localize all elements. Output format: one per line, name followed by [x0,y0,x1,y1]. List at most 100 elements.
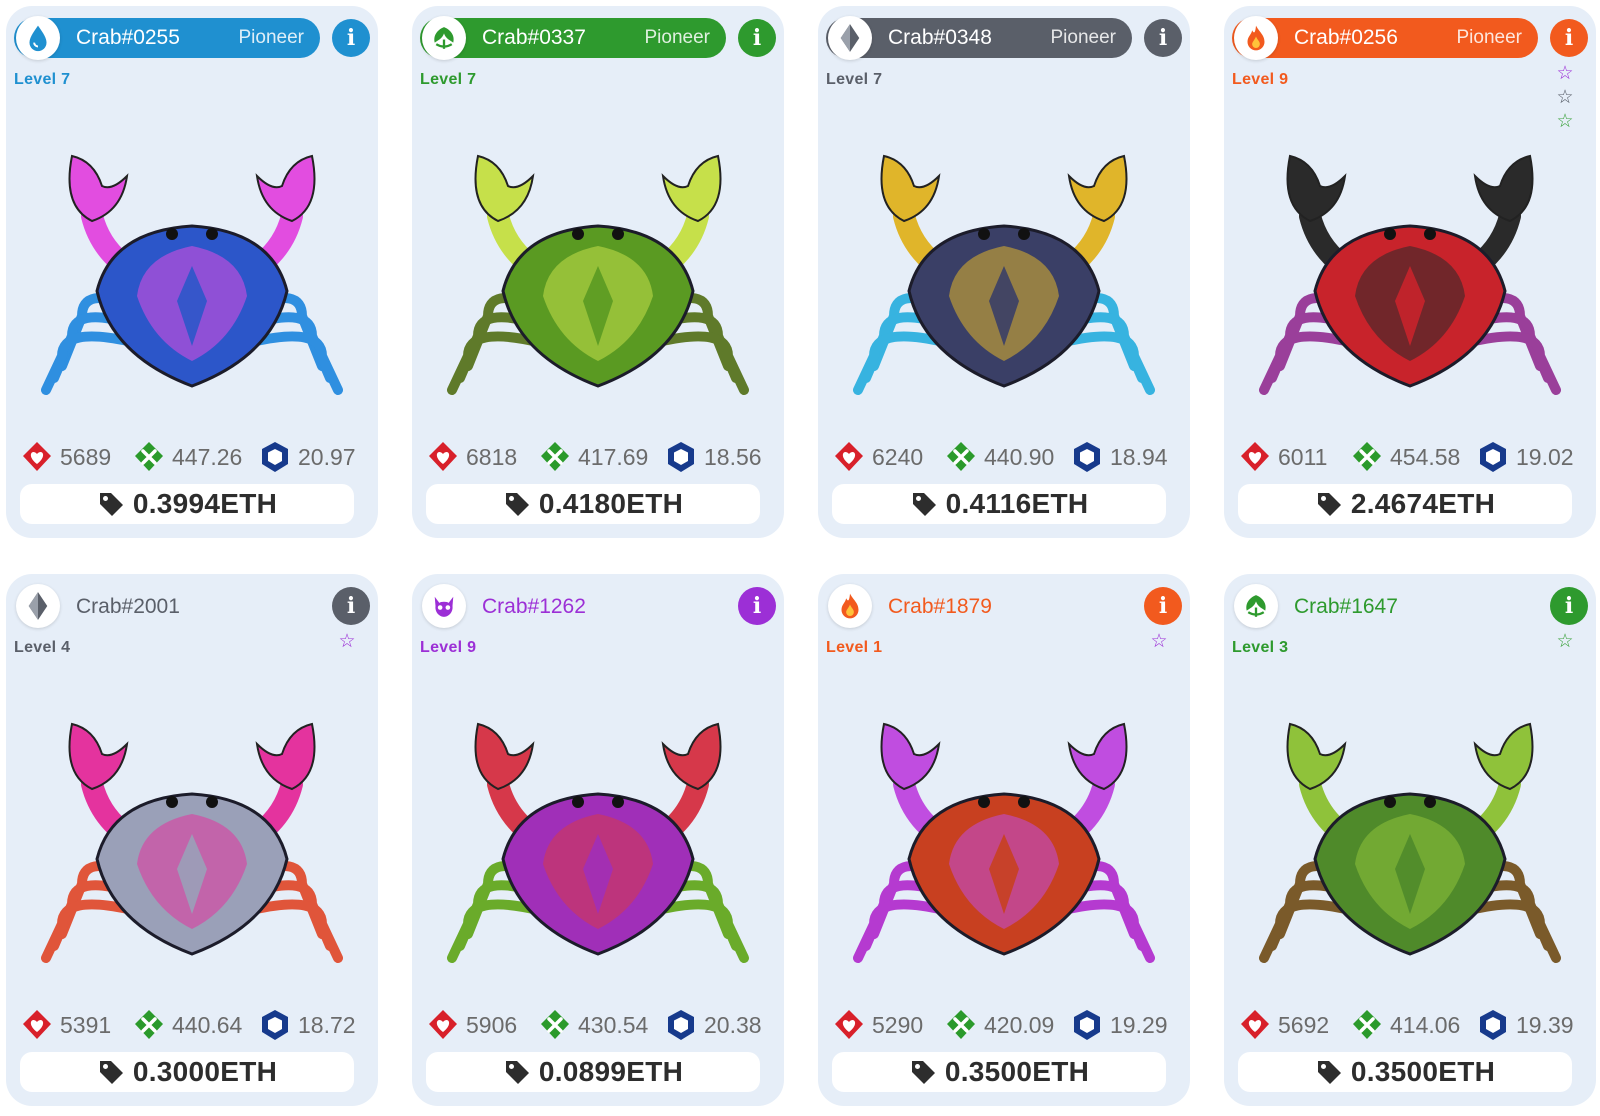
info-icon[interactable]: i [1144,587,1182,625]
hp-stat: 6011 [1238,438,1327,476]
info-icon[interactable]: i [1550,587,1588,625]
attack-value: 417.69 [578,443,649,470]
info-icon[interactable]: i [738,19,776,57]
price-tag-icon [911,1061,935,1084]
hp-value: 6818 [466,443,518,470]
hp-value: 6240 [872,443,924,470]
crab-level: Level 4 [14,639,71,656]
stats-row: 5692 414.06 19.39 [1238,1006,1582,1044]
info-icon[interactable]: i [332,19,370,57]
fire-icon [1234,16,1278,60]
shield-icon [1074,1010,1100,1040]
attack-stat: 440.90 [944,438,1054,476]
star-list: ☆ [336,630,358,654]
crab-level: Level 1 [826,639,883,656]
crab-tier: Pioneer [1456,27,1523,48]
price-tag-icon [505,493,529,516]
crab-image [41,722,343,963]
crab-card[interactable]: Crab#2001 i Level 4 ☆ 5391 440.64 18.72 … [6,574,378,1106]
price-box: 0.3000ETH [20,1052,354,1092]
price-box: 0.0899ETH [426,1052,760,1092]
hp-stat: 6818 [426,438,517,476]
shield-icon [668,1010,694,1040]
heart-icon [429,442,457,471]
attack-value: 454.58 [1390,443,1461,470]
heart-icon [429,1010,457,1039]
card-header: Crab#1879 i [826,584,1182,628]
attack-stat: 440.64 [132,1006,242,1044]
crab-level: Level 7 [826,71,883,88]
card-header: Crab#2001 i [14,584,370,628]
heart-icon [1241,442,1269,471]
attack-value: 447.26 [172,443,243,470]
defense-value: 20.38 [704,1011,762,1038]
hp-stat: 5906 [426,1006,517,1044]
crab-image [447,154,749,395]
hp-value: 6011 [1278,443,1328,470]
defense-stat: 19.29 [1070,1006,1168,1044]
crab-card[interactable]: Crab#1647 i Level 3 ☆ 5692 414.06 19.39 … [1224,574,1596,1106]
star-icon: ☆ [1556,63,1574,84]
hp-value: 5391 [60,1011,112,1038]
crab-card[interactable]: Crab#1262 i Level 9 5906 430.54 20.38 0.… [412,574,784,1106]
crab-card[interactable]: Crab#0348 Pioneer i Level 7 6240 440.90 … [818,6,1190,538]
water-drop-icon [16,16,60,60]
heart-icon [835,1010,863,1039]
price-value: 2.4674ETH [1350,488,1496,519]
defense-stat: 19.02 [1476,438,1574,476]
hp-value: 5689 [60,443,112,470]
stats-row: 6011 454.58 19.02 [1238,438,1582,476]
info-icon[interactable]: i [738,587,776,625]
attack-stat: 454.58 [1350,438,1460,476]
crab-level: Level 7 [420,71,477,88]
attack-icon [947,442,975,471]
crab-id: Crab#1262 [482,595,586,618]
info-icon[interactable]: i [1144,19,1182,57]
crab-card[interactable]: Crab#0256 Pioneer i Level 9 ☆ ☆ ☆ 6011 454… [1224,6,1596,538]
price-tag-icon [1317,1061,1341,1084]
stats-row: 6240 440.90 18.94 [832,438,1176,476]
price-tag-icon [505,1061,529,1084]
attack-stat: 414.06 [1350,1006,1460,1044]
heart-icon [1241,1010,1269,1039]
hp-value: 5906 [466,1011,518,1038]
shield-icon [1074,442,1100,472]
crab-id: Crab#1879 [888,595,992,618]
star-icon: ☆ [1556,87,1574,108]
price-value: 0.3500ETH [1350,1056,1496,1087]
defense-value: 18.72 [298,1011,356,1038]
price-value: 0.3994ETH [132,488,278,519]
info-icon[interactable]: i [1550,19,1588,57]
diamond-icon [16,584,60,628]
hp-value: 5692 [1278,1011,1330,1038]
heart-icon [23,442,51,471]
hp-stat: 5692 [1238,1006,1329,1044]
crab-card[interactable]: Crab#1879 i Level 1 ☆ 5290 420.09 19.29 … [818,574,1190,1106]
crab-level: Level 3 [1232,639,1289,656]
crab-card[interactable]: Crab#0255 Pioneer i Level 7 5689 447.26 … [6,6,378,538]
defense-value: 18.94 [1110,443,1168,470]
defense-stat: 19.39 [1476,1006,1574,1044]
stats-row: 5906 430.54 20.38 [426,1006,770,1044]
defense-value: 18.56 [704,443,762,470]
crab-level: Level 9 [420,639,477,656]
diamond-icon [828,16,872,60]
crab-image [1259,722,1561,963]
crab-image [853,722,1155,963]
attack-stat: 420.09 [944,1006,1054,1044]
shield-icon [1480,1010,1506,1040]
price-value: 0.4180ETH [538,488,684,519]
stats-row: 5689 447.26 20.97 [20,438,364,476]
diamond-icon [840,24,860,52]
price-value: 0.0899ETH [538,1056,684,1087]
crab-card[interactable]: Crab#0337 Pioneer i Level 7 6818 417.69 … [412,6,784,538]
hp-stat: 5290 [832,1006,923,1044]
price-value: 0.3000ETH [132,1056,278,1087]
star-icon: ☆ [1556,631,1574,652]
defense-stat: 18.94 [1070,438,1168,476]
price-box: 0.3500ETH [1238,1052,1572,1092]
info-icon[interactable]: i [332,587,370,625]
hp-stat: 6240 [832,438,923,476]
attack-value: 440.90 [984,443,1055,470]
attack-icon [135,1010,163,1039]
